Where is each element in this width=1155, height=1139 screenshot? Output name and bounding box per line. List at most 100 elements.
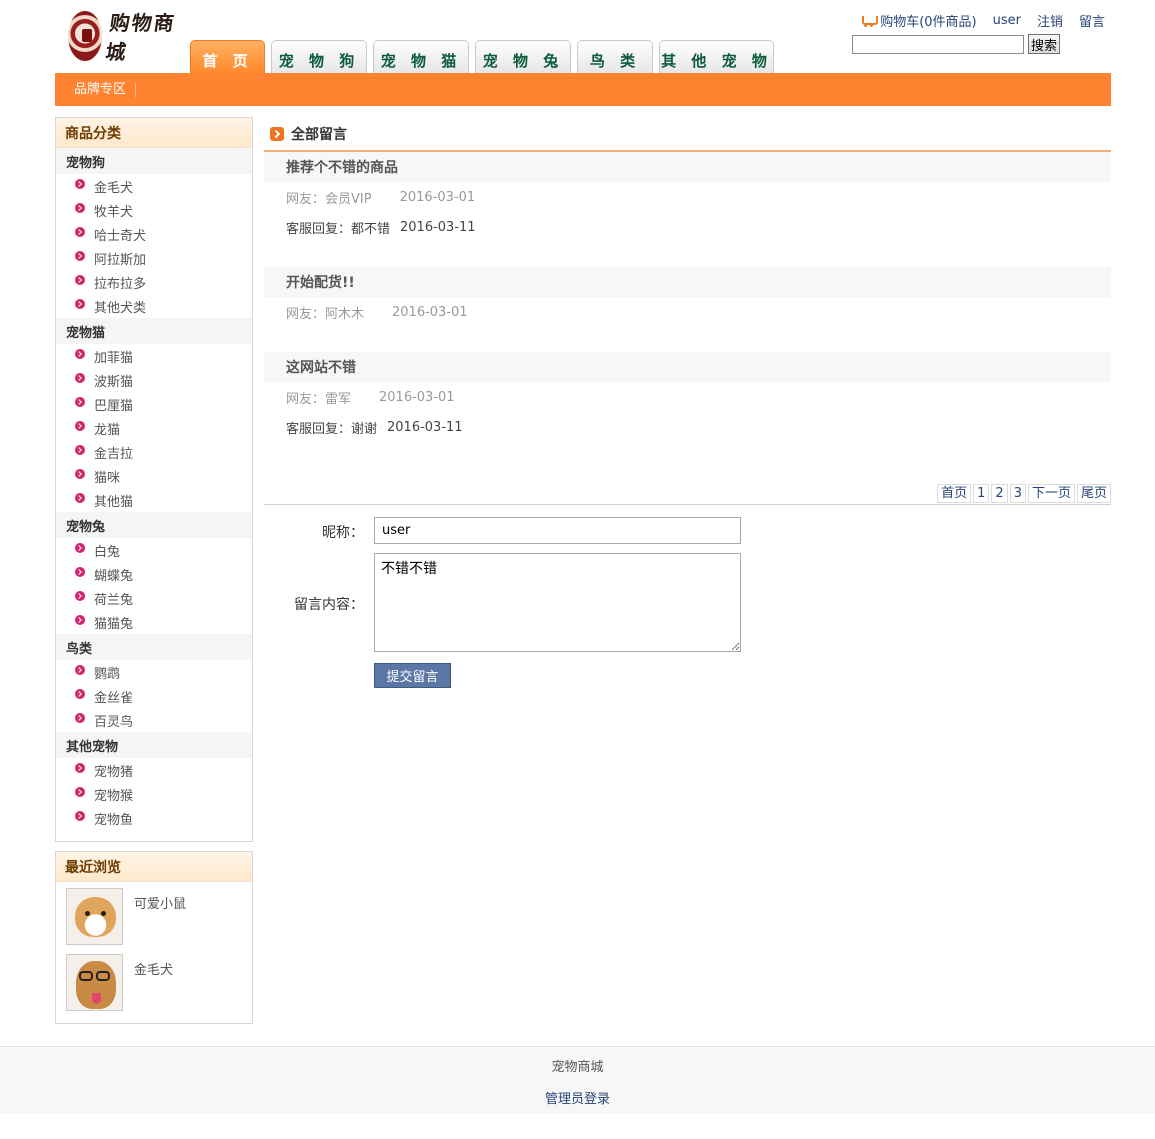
bullet-arrow-icon bbox=[75, 203, 85, 213]
cart-link[interactable]: 购物车(0件商品) bbox=[880, 11, 976, 30]
nav-tab-cats[interactable]: 宠 物 猫 bbox=[373, 40, 469, 73]
admin-login-link[interactable]: 管理员登录 bbox=[0, 1088, 1155, 1107]
category-item[interactable]: 百灵鸟 bbox=[56, 708, 252, 732]
category-group-rabbits[interactable]: 宠物兔 bbox=[56, 512, 252, 538]
recent-panel: 最近浏览 可爱小鼠 金毛犬 bbox=[55, 851, 253, 1024]
bullet-arrow-icon bbox=[75, 373, 85, 383]
bullet-arrow-icon bbox=[75, 179, 85, 189]
category-item[interactable]: 白兔 bbox=[56, 538, 252, 562]
category-item[interactable]: 龙猫 bbox=[56, 416, 252, 440]
category-item[interactable]: 荷兰兔 bbox=[56, 586, 252, 610]
logo-seal-icon bbox=[68, 11, 102, 61]
arrow-right-icon bbox=[270, 126, 284, 141]
recent-item[interactable]: 可爱小鼠 bbox=[56, 882, 252, 948]
pager-page-2[interactable]: 2 bbox=[991, 484, 1008, 503]
category-item[interactable]: 其他犬类 bbox=[56, 294, 252, 318]
category-item[interactable]: 拉布拉多 bbox=[56, 270, 252, 294]
message-board: 全部留言 推荐个不错的商品 网友：会员VIP 2016-03-01 客服回复：都… bbox=[264, 117, 1111, 688]
search-input[interactable] bbox=[852, 34, 1024, 54]
message-title: 推荐个不错的商品 bbox=[264, 152, 1111, 182]
nickname-label: 昵称： bbox=[322, 525, 364, 541]
category-item[interactable]: 哈士奇犬 bbox=[56, 222, 252, 246]
category-item[interactable]: 金毛犬 bbox=[56, 174, 252, 198]
bullet-arrow-icon bbox=[75, 227, 85, 237]
bullet-arrow-icon bbox=[75, 469, 85, 479]
message-meta: 网友：雷军 2016-03-01 bbox=[264, 382, 1111, 412]
site-logo[interactable]: 购物商城 bbox=[68, 8, 186, 64]
pager-page-1[interactable]: 1 bbox=[973, 484, 990, 503]
product-thumbnail[interactable] bbox=[66, 888, 123, 945]
category-item[interactable]: 加菲猫 bbox=[56, 344, 252, 368]
category-item[interactable]: 金吉拉 bbox=[56, 440, 252, 464]
message-author: 网友：会员VIP bbox=[286, 191, 372, 207]
bullet-arrow-icon bbox=[75, 493, 85, 503]
category-group-birds[interactable]: 鸟类 bbox=[56, 634, 252, 660]
recent-item[interactable]: 金毛犬 bbox=[56, 948, 252, 1014]
footer-site-name: 宠物商城 bbox=[551, 1060, 604, 1075]
category-item[interactable]: 宠物猴 bbox=[56, 782, 252, 806]
category-item[interactable]: 阿拉斯加 bbox=[56, 246, 252, 270]
top-links: 购物车(0件商品) user 注销 留言 bbox=[860, 11, 1105, 30]
recent-item-name[interactable]: 金毛犬 bbox=[134, 959, 173, 1014]
message-date: 2016-03-01 bbox=[392, 304, 468, 320]
category-group-cats[interactable]: 宠物猫 bbox=[56, 318, 252, 344]
category-group-other-pets[interactable]: 其他宠物 bbox=[56, 732, 252, 758]
category-item[interactable]: 猫猫兔 bbox=[56, 610, 252, 634]
submit-message-button[interactable]: 提交留言 bbox=[374, 663, 451, 688]
nickname-input[interactable] bbox=[374, 517, 741, 544]
category-item[interactable]: 鹦鹉 bbox=[56, 660, 252, 684]
category-item[interactable]: 宠物鱼 bbox=[56, 806, 252, 830]
message-meta: 网友：会员VIP 2016-03-01 bbox=[264, 182, 1111, 212]
message-author: 网友：阿木木 bbox=[286, 306, 365, 322]
message-link[interactable]: 留言 bbox=[1079, 11, 1105, 30]
message-title: 这网站不错 bbox=[264, 352, 1111, 382]
bullet-arrow-icon bbox=[75, 713, 85, 723]
pager-last[interactable]: 尾页 bbox=[1076, 484, 1111, 503]
logout-link[interactable]: 注销 bbox=[1037, 11, 1063, 30]
category-item[interactable]: 波斯猫 bbox=[56, 368, 252, 392]
category-panel-title: 商品分类 bbox=[56, 118, 252, 148]
message-entry: 推荐个不错的商品 网友：会员VIP 2016-03-01 客服回复：都不错 20… bbox=[264, 152, 1111, 242]
category-group-dogs[interactable]: 宠物狗 bbox=[56, 148, 252, 174]
bullet-arrow-icon bbox=[75, 615, 85, 625]
pager-page-3[interactable]: 3 bbox=[1009, 484, 1026, 503]
search-button[interactable]: 搜索 bbox=[1028, 34, 1061, 54]
category-item[interactable]: 蝴蝶兔 bbox=[56, 562, 252, 586]
bullet-arrow-icon bbox=[75, 689, 85, 699]
pager-next[interactable]: 下一页 bbox=[1027, 484, 1075, 503]
category-item[interactable]: 宠物猪 bbox=[56, 758, 252, 782]
message-reply: 客服回复：都不错 2016-03-11 bbox=[264, 212, 1111, 242]
nav-tab-dogs[interactable]: 宠 物 狗 bbox=[271, 40, 367, 73]
recent-item-name[interactable]: 可爱小鼠 bbox=[134, 893, 186, 948]
bullet-arrow-icon bbox=[75, 445, 85, 455]
divider bbox=[264, 504, 1111, 505]
content-label: 留言内容： bbox=[294, 597, 364, 613]
category-item[interactable]: 其他猫 bbox=[56, 488, 252, 512]
section-header: 全部留言 bbox=[264, 117, 1111, 152]
brand-zone-link[interactable]: 品牌专区 bbox=[74, 82, 137, 97]
nav-tab-rabbits[interactable]: 宠 物 兔 bbox=[475, 40, 571, 73]
username-link[interactable]: user bbox=[993, 13, 1021, 28]
pager-first[interactable]: 首页 bbox=[937, 484, 972, 503]
nav-tab-birds[interactable]: 鸟 类 bbox=[577, 40, 653, 73]
message-entry: 这网站不错 网友：雷军 2016-03-01 客服回复：谢谢 2016-03-1… bbox=[264, 352, 1111, 442]
reply-text: 客服回复：都不错 bbox=[286, 221, 391, 237]
bullet-arrow-icon bbox=[75, 665, 85, 675]
product-thumbnail[interactable] bbox=[66, 954, 123, 1011]
category-item[interactable]: 猫咪 bbox=[56, 464, 252, 488]
search-bar: 搜索 bbox=[852, 34, 1061, 54]
nav-tab-home[interactable]: 首 页 bbox=[190, 40, 265, 73]
category-item[interactable]: 牧羊犬 bbox=[56, 198, 252, 222]
bullet-arrow-icon bbox=[75, 397, 85, 407]
cart-icon bbox=[860, 14, 879, 27]
bullet-arrow-icon bbox=[75, 591, 85, 601]
reply-date: 2016-03-11 bbox=[387, 419, 463, 435]
message-date: 2016-03-01 bbox=[379, 389, 455, 405]
category-item[interactable]: 巴厘猫 bbox=[56, 392, 252, 416]
message-content-textarea[interactable]: 不错不错 bbox=[374, 553, 741, 652]
nav-tab-other-pets[interactable]: 其 他 宠 物 bbox=[659, 40, 774, 73]
reply-date: 2016-03-11 bbox=[400, 219, 476, 235]
category-item[interactable]: 金丝雀 bbox=[56, 684, 252, 708]
message-author: 网友：雷军 bbox=[286, 391, 352, 407]
bullet-arrow-icon bbox=[75, 763, 85, 773]
